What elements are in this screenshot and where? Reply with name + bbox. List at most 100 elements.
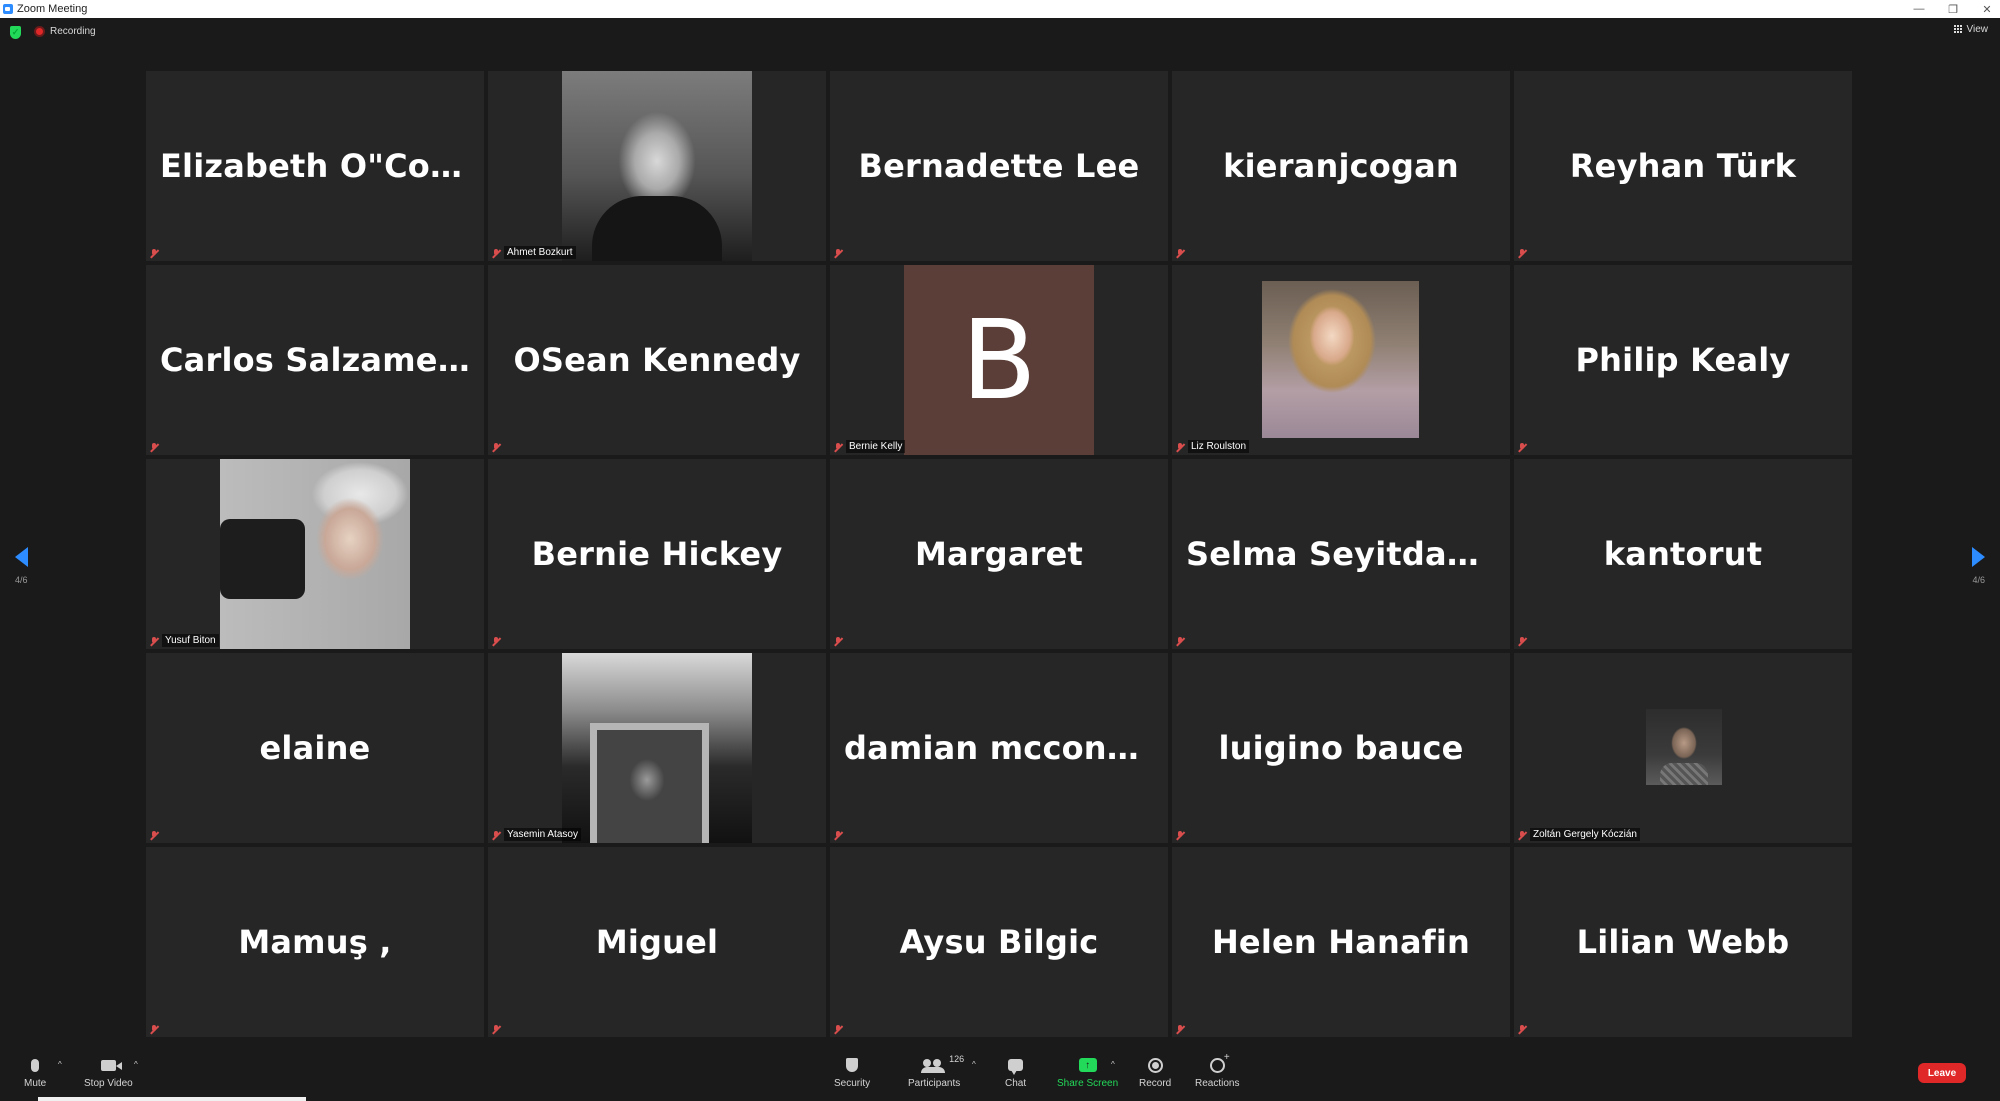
- participant-label: Yasemin Atasoy: [504, 828, 581, 841]
- participant-tile[interactable]: luigino bauce: [1172, 653, 1510, 843]
- muted-mic-icon: [834, 637, 843, 646]
- muted-mic-icon: [1176, 443, 1185, 452]
- view-button[interactable]: View: [1953, 24, 1989, 35]
- page-indicator-left: 4/6: [15, 575, 28, 585]
- participant-tile[interactable]: Selma Seyitdanl...: [1172, 459, 1510, 649]
- recording-icon: [34, 26, 45, 37]
- participant-photo: [1646, 709, 1722, 785]
- security-button[interactable]: Security: [834, 1056, 870, 1089]
- participant-photo: [1262, 281, 1419, 438]
- window-title: Zoom Meeting: [17, 3, 88, 15]
- participant-tile[interactable]: Miguel: [488, 847, 826, 1037]
- muted-mic-icon: [150, 1025, 159, 1034]
- participants-options-caret[interactable]: ^: [972, 1060, 976, 1069]
- muted-mic-icon: [834, 443, 843, 452]
- muted-mic-icon: [834, 249, 843, 258]
- muted-mic-icon: [492, 249, 501, 258]
- prev-page-arrow-icon[interactable]: [15, 547, 28, 567]
- video-options-caret[interactable]: ^: [134, 1060, 138, 1069]
- participant-tile[interactable]: OSean Kennedy: [488, 265, 826, 455]
- security-shield-icon: [846, 1058, 859, 1072]
- muted-mic-icon: [492, 443, 501, 452]
- minimize-button[interactable]: —: [1912, 3, 1926, 15]
- participant-name: kieranjcogan: [1223, 147, 1459, 185]
- participant-photo: [562, 653, 752, 843]
- participant-name: Bernadette Lee: [858, 147, 1140, 185]
- participant-tile[interactable]: Elizabeth O"Con...: [146, 71, 484, 261]
- chat-button[interactable]: Chat: [1005, 1056, 1026, 1089]
- participant-tile[interactable]: Aysu Bilgic: [830, 847, 1168, 1037]
- recording-indicator[interactable]: Recording: [34, 26, 96, 37]
- participant-name: Helen Hanafin: [1211, 923, 1471, 961]
- participant-tile[interactable]: Philip Kealy: [1514, 265, 1852, 455]
- participant-tile[interactable]: Ahmet Bozkurt: [488, 71, 826, 261]
- participant-tile[interactable]: B Bernie Kelly: [830, 265, 1168, 455]
- avatar-letter: B: [904, 265, 1094, 455]
- share-options-caret[interactable]: ^: [1111, 1060, 1115, 1069]
- participant-tile[interactable]: Mamuş ,: [146, 847, 484, 1037]
- participant-tile[interactable]: Carlos Salzamendi: [146, 265, 484, 455]
- muted-mic-icon: [150, 443, 159, 452]
- participant-tile[interactable]: Bernadette Lee: [830, 71, 1168, 261]
- muted-mic-icon: [1518, 249, 1527, 258]
- participant-tile[interactable]: Lilian Webb: [1514, 847, 1852, 1037]
- muted-mic-icon: [492, 831, 501, 840]
- window-titlebar: Zoom Meeting — ❐ ✕: [0, 0, 2000, 18]
- gallery-view-icon: [1953, 25, 1963, 34]
- encryption-shield-icon[interactable]: [10, 26, 21, 39]
- window-controls: — ❐ ✕: [1912, 0, 1994, 18]
- muted-mic-icon: [1518, 1025, 1527, 1034]
- view-label: View: [1966, 24, 1989, 35]
- participant-name: Philip Kealy: [1575, 341, 1791, 379]
- participant-tile[interactable]: Yasemin Atasoy: [488, 653, 826, 843]
- participant-tile[interactable]: Liz Roulston: [1172, 265, 1510, 455]
- participant-tile[interactable]: kantorut: [1514, 459, 1852, 649]
- next-page-arrow-icon[interactable]: [1972, 547, 1985, 567]
- page-indicator-right: 4/6: [1972, 575, 1985, 585]
- participant-tile[interactable]: damian mcconvi...: [830, 653, 1168, 843]
- restore-button[interactable]: ❐: [1946, 3, 1960, 16]
- participants-button[interactable]: 126 Participants: [908, 1054, 964, 1089]
- leave-button[interactable]: Leave: [1918, 1063, 1966, 1083]
- muted-mic-icon: [1518, 637, 1527, 646]
- record-icon: [1147, 1057, 1163, 1073]
- participant-name: luigino bauce: [1218, 729, 1464, 767]
- reactions-button[interactable]: Reactions: [1195, 1052, 1240, 1090]
- participant-tile[interactable]: Reyhan Türk: [1514, 71, 1852, 261]
- participant-name: Lilian Webb: [1576, 923, 1790, 961]
- participant-name: Margaret: [914, 535, 1084, 573]
- participant-tile[interactable]: Margaret: [830, 459, 1168, 649]
- participant-name: Reyhan Türk: [1569, 147, 1797, 185]
- participants-icon: [921, 1059, 946, 1073]
- recording-label: Recording: [50, 26, 96, 37]
- stop-video-button[interactable]: Stop Video: [84, 1056, 133, 1089]
- participant-tile[interactable]: Yusuf Biton: [146, 459, 484, 649]
- participant-tile[interactable]: Zoltán Gergely Kóczián: [1514, 653, 1852, 843]
- meeting-toolbar: Mute ^ Stop Video ^ Security 126 Partici…: [0, 1048, 2000, 1101]
- muted-mic-icon: [834, 831, 843, 840]
- participant-tile[interactable]: Bernie Hickey: [488, 459, 826, 649]
- muted-mic-icon: [492, 637, 501, 646]
- muted-mic-icon: [150, 249, 159, 258]
- meeting-topbar: Recording View: [0, 18, 2000, 48]
- participants-label: Participants: [908, 1078, 961, 1089]
- reactions-icon: [1209, 1052, 1230, 1073]
- participant-tile[interactable]: kieranjcogan: [1172, 71, 1510, 261]
- muted-mic-icon: [150, 831, 159, 840]
- share-screen-button[interactable]: ↑ Share Screen: [1057, 1056, 1118, 1089]
- participant-name: damian mcconvi...: [844, 729, 1168, 767]
- security-label: Security: [834, 1078, 871, 1089]
- participant-tile[interactable]: elaine: [146, 653, 484, 843]
- participant-name: Elizabeth O"Con...: [160, 147, 484, 185]
- audio-options-caret[interactable]: ^: [58, 1060, 62, 1069]
- mute-button[interactable]: Mute: [24, 1056, 46, 1089]
- record-button[interactable]: Record: [1139, 1056, 1171, 1089]
- reactions-label: Reactions: [1195, 1078, 1240, 1089]
- participant-name: kantorut: [1603, 535, 1763, 573]
- participant-tile[interactable]: Helen Hanafin: [1172, 847, 1510, 1037]
- close-button[interactable]: ✕: [1980, 3, 1994, 16]
- mic-icon: [31, 1058, 40, 1072]
- participant-gallery: Elizabeth O"Con... Ahmet Bozkurt Bernade…: [146, 71, 1852, 1043]
- muted-mic-icon: [150, 637, 159, 646]
- chat-icon: [1008, 1059, 1024, 1075]
